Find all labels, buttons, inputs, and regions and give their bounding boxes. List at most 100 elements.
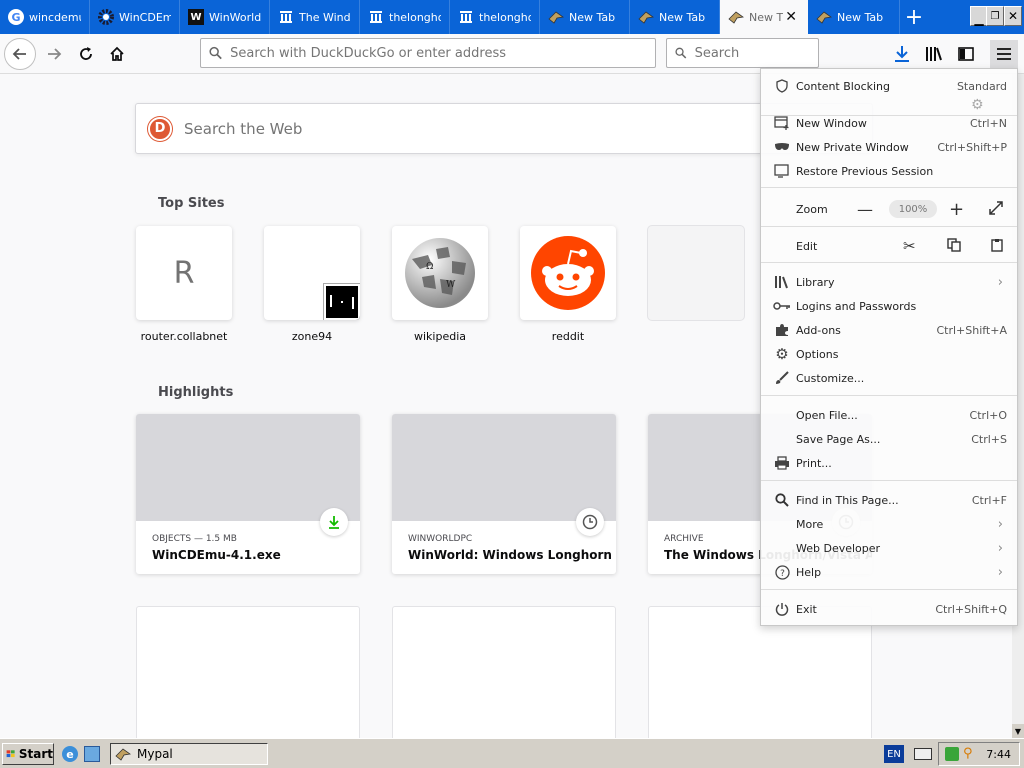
key-icon xyxy=(773,297,791,315)
chevron-right-icon: › xyxy=(997,516,1003,532)
top-sites-title: Top Sites xyxy=(158,196,225,211)
top-site-empty xyxy=(648,226,744,320)
tab-label: thelongho xyxy=(479,10,531,24)
url-input[interactable] xyxy=(228,44,655,62)
language-indicator[interactable]: EN xyxy=(884,745,904,763)
top-site-router[interactable]: R router.collabnet xyxy=(136,226,232,343)
new-tab-button[interactable]: + xyxy=(900,0,928,34)
top-site-zone94[interactable]: zone94 xyxy=(264,226,360,343)
highlight-card-winworld[interactable]: WINWORLDPC WinWorld: Windows Longhorn P.… xyxy=(392,414,616,574)
restore-button[interactable]: ❐ xyxy=(986,6,1004,26)
menu-find[interactable]: Find in This Page... Ctrl+F xyxy=(761,489,1017,511)
chevron-right-icon: › xyxy=(997,274,1003,290)
forward-button[interactable] xyxy=(40,40,68,68)
tab-the-windows[interactable]: The Windo xyxy=(270,0,360,34)
menu-button[interactable] xyxy=(990,40,1018,68)
start-label: Start xyxy=(18,747,53,761)
home-button[interactable] xyxy=(103,40,131,68)
zoom-in-button[interactable]: + xyxy=(949,199,964,220)
tab-strip: G wincdemu WinCDEmu W WinWorld The Windo… xyxy=(0,0,1024,34)
library-button[interactable] xyxy=(920,40,948,68)
new-window-icon xyxy=(773,114,791,132)
reload-icon xyxy=(80,47,92,60)
menu-new-window[interactable]: New Window Ctrl+N xyxy=(761,112,1017,134)
taskbar-item-label: Mypal xyxy=(137,747,173,761)
menu-new-private-window[interactable]: New Private Window Ctrl+Shift+P xyxy=(761,136,1017,158)
menu-label: Zoom xyxy=(796,202,828,216)
download-icon xyxy=(895,46,909,62)
search-input[interactable] xyxy=(692,44,818,62)
url-bar[interactable] xyxy=(200,38,656,68)
top-site-reddit[interactable]: reddit xyxy=(520,226,616,343)
menu-shortcut: Ctrl+Shift+P xyxy=(937,140,1007,154)
sidebar-button[interactable] xyxy=(952,40,980,68)
menu-separator xyxy=(761,480,1017,481)
menu-addons[interactable]: Add-ons Ctrl+Shift+A xyxy=(761,319,1017,341)
site-label: reddit xyxy=(551,330,585,343)
back-button[interactable] xyxy=(4,38,36,70)
svg-text:?: ? xyxy=(780,569,785,579)
menu-customize[interactable]: Customize... xyxy=(761,367,1017,389)
menu-label: New Window xyxy=(796,116,867,130)
copy-icon[interactable] xyxy=(947,237,961,255)
menu-library[interactable]: Library › xyxy=(761,271,1017,293)
site-tile[interactable]: Ω W xyxy=(392,226,488,320)
tab-new-2[interactable]: New Tab xyxy=(630,0,720,34)
site-tile[interactable] xyxy=(264,226,360,320)
tab-new-1[interactable]: New Tab xyxy=(540,0,630,34)
gear-icon[interactable]: ⚙ xyxy=(971,97,984,113)
menu-label: New Private Window xyxy=(796,140,909,154)
menu-open-file[interactable]: Open File... Ctrl+O xyxy=(761,404,1017,426)
menu-label: Print... xyxy=(796,456,832,470)
paste-icon[interactable] xyxy=(991,238,1003,255)
close-window-button[interactable]: ✕ xyxy=(1004,6,1022,26)
zoom-level[interactable]: 100% xyxy=(889,200,937,218)
site-tile[interactable]: R xyxy=(136,226,232,320)
tab-thelonghorn-1[interactable]: thelongho xyxy=(360,0,450,34)
tab-new-active[interactable]: New T ✕ xyxy=(720,0,808,34)
cut-icon[interactable]: ✂ xyxy=(903,237,916,255)
duckduckgo-icon: D xyxy=(148,116,172,141)
scroll-down-arrow[interactable]: ▼ xyxy=(1012,724,1024,738)
quick-launch-icon[interactable] xyxy=(84,746,100,762)
menu-content-blocking[interactable]: Content Blocking Standard xyxy=(761,75,1017,97)
menu-more[interactable]: More › xyxy=(761,513,1017,535)
reload-button[interactable] xyxy=(72,40,100,68)
web-search-input[interactable] xyxy=(182,118,771,139)
site-tile[interactable] xyxy=(520,226,616,320)
menu-restore-session[interactable]: Restore Previous Session xyxy=(761,160,1017,182)
tab-wincdemu-search[interactable]: G wincdemu xyxy=(0,0,90,34)
tab-wincdemu[interactable]: WinCDEmu xyxy=(90,0,180,34)
keyboard-icon[interactable] xyxy=(914,748,932,760)
empty-site-tile xyxy=(648,226,744,320)
system-tray: ⚲ 7:44 xyxy=(938,742,1020,766)
highlight-card-wincdemu[interactable]: OBJECTS — 1.5 MB WinCDEmu-4.1.exe xyxy=(136,414,360,574)
tab-thelonghorn-2[interactable]: thelongho xyxy=(450,0,540,34)
start-button[interactable]: Start xyxy=(2,743,54,765)
downloads-button[interactable] xyxy=(888,40,916,68)
private-mask-icon xyxy=(773,138,791,156)
menu-label: Logins and Passwords xyxy=(796,299,917,313)
tray-app-icon[interactable] xyxy=(945,747,959,761)
menu-print[interactable]: Print... xyxy=(761,452,1017,474)
menu-options[interactable]: ⚙ Options xyxy=(761,343,1017,365)
tab-new-3[interactable]: New Tab xyxy=(808,0,900,34)
top-site-wikipedia[interactable]: Ω W wikipedia xyxy=(392,226,488,343)
menu-exit[interactable]: Exit Ctrl+Shift+Q xyxy=(761,598,1017,620)
menu-web-developer[interactable]: Web Developer › xyxy=(761,537,1017,559)
google-icon: G xyxy=(8,9,24,25)
archive-icon xyxy=(368,9,384,25)
menu-logins[interactable]: Logins and Passwords xyxy=(761,295,1017,317)
menu-help[interactable]: ? Help › xyxy=(761,561,1017,583)
menu-save-page[interactable]: Save Page As... Ctrl+S xyxy=(761,428,1017,450)
ie-icon[interactable]: e xyxy=(62,746,78,762)
tray-search-icon[interactable]: ⚲ xyxy=(963,746,973,761)
hamburger-icon xyxy=(997,48,1011,60)
fullscreen-icon[interactable] xyxy=(989,200,1003,218)
taskbar-item-mypal[interactable]: Mypal xyxy=(110,743,268,765)
tab-winworld[interactable]: W WinWorld xyxy=(180,0,270,34)
search-bar[interactable] xyxy=(666,38,819,68)
zoom-out-button[interactable]: — xyxy=(857,200,873,219)
menu-label: Edit xyxy=(796,239,818,253)
close-tab-icon[interactable]: ✕ xyxy=(785,9,797,25)
